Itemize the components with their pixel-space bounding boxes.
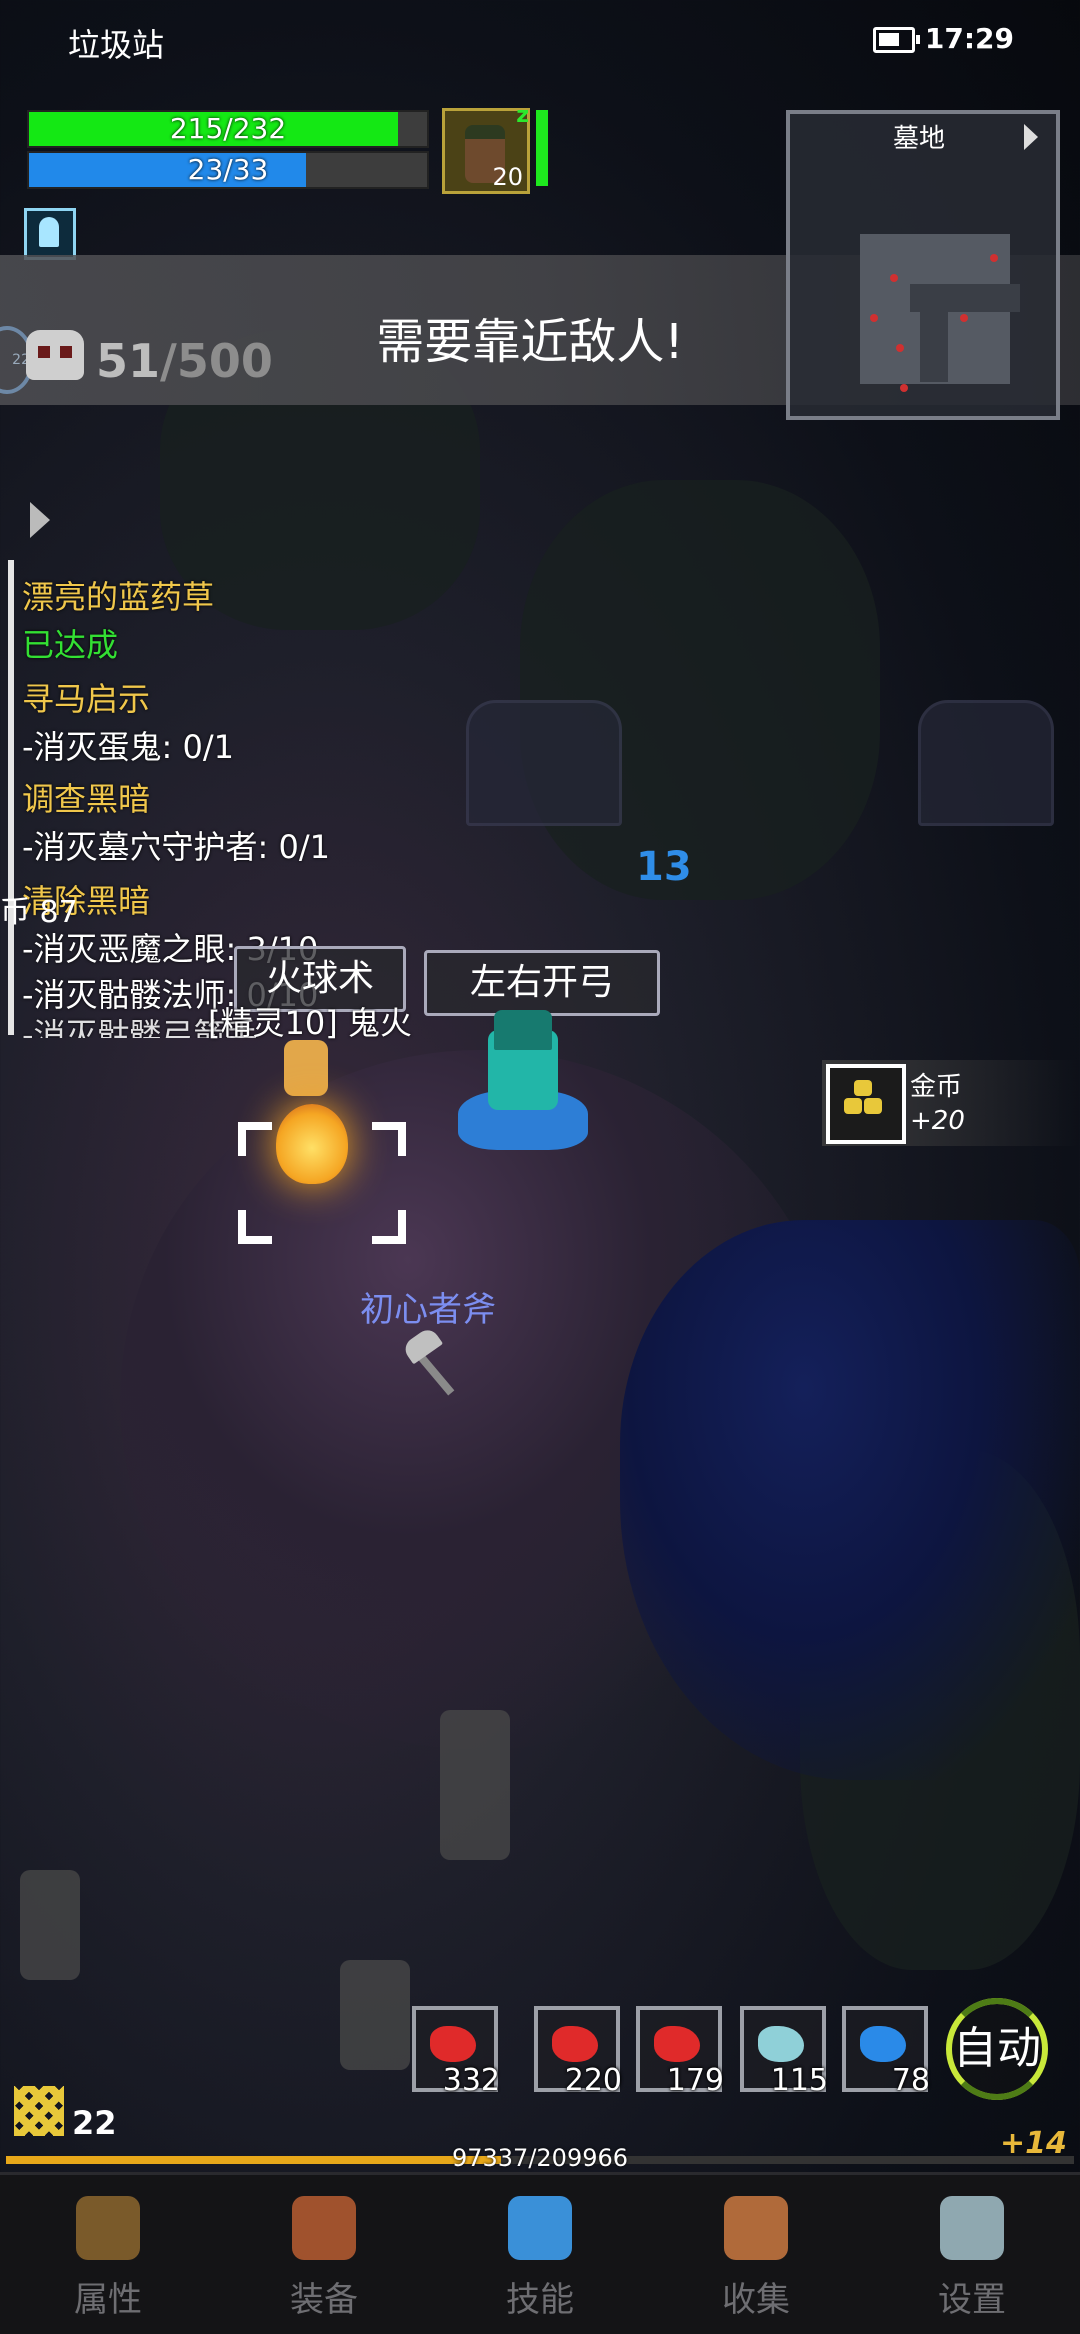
stamina-bar <box>536 110 548 186</box>
nav-attributes[interactable]: 属性 <box>0 2196 216 2321</box>
blue-fish-icon <box>860 2026 906 2062</box>
skeleton-enemy <box>20 1870 80 1980</box>
nav-label: 设置 <box>938 2280 1006 2320</box>
nav-equipment[interactable]: 装备 <box>216 2196 432 2321</box>
ground-item-label[interactable]: 初心者斧 <box>360 1282 496 1331</box>
minimap-title: 墓地 <box>892 124 945 154</box>
minimap-enemy-dot <box>900 384 908 392</box>
nav-settings[interactable]: 设置 <box>864 2196 1080 2321</box>
battery-icon <box>873 27 920 53</box>
minimap-enemy-dot <box>960 314 968 322</box>
gear-star-icon <box>508 2196 572 2260</box>
ghost-buff-icon[interactable] <box>24 208 76 260</box>
skeleton-enemy <box>440 1710 510 1860</box>
fish-icon <box>758 2026 804 2062</box>
quest-title[interactable]: 寻马启示 <box>22 674 150 720</box>
tree-silhouette <box>520 480 880 900</box>
xp-text: 97337/209966 <box>451 2144 629 2172</box>
potion-slot[interactable]: 115 <box>740 2006 828 2098</box>
book-icon <box>724 2196 788 2260</box>
minimap-enemy-dot <box>896 344 904 352</box>
potion-count: 179 <box>666 2063 724 2098</box>
axe-icon[interactable] <box>398 1325 468 1396</box>
target-corner <box>372 1210 406 1244</box>
target-corner <box>372 1122 406 1156</box>
pickup-amount: +20 <box>910 1106 965 1136</box>
status-bar-title: 垃圾站 <box>68 26 165 64</box>
minimap-room <box>910 284 1020 312</box>
skeleton-enemy <box>340 1960 410 2070</box>
status-bar-time: 17:29 <box>924 22 1014 55</box>
tombstone <box>466 700 622 826</box>
quest-title[interactable]: 漂亮的蓝药草 <box>22 572 214 618</box>
potion-slot[interactable]: 220 <box>534 2006 622 2098</box>
nav-skills[interactable]: 技能 <box>432 2196 648 2321</box>
enemy-helm <box>494 1010 552 1050</box>
enemy-knight[interactable] <box>458 1010 588 1160</box>
water-pool <box>620 1220 1080 1780</box>
hp-text: 215/232 <box>169 112 287 145</box>
minimap-expand-icon[interactable] <box>1024 124 1038 150</box>
meat-icon <box>552 2026 598 2062</box>
player-portrait[interactable]: z 20 <box>442 103 530 194</box>
level-icon <box>14 2086 64 2136</box>
meat-icon <box>654 2026 700 2062</box>
potion-slot[interactable]: 332 <box>412 2006 500 2098</box>
quest-title[interactable]: 调查黑暗 <box>22 774 150 820</box>
helmet-icon <box>76 2196 140 2260</box>
potion-count: 332 <box>442 2063 500 2098</box>
quest-objective: -消灭蛋鬼: 0/1 <box>22 728 235 766</box>
meat-icon <box>430 2026 476 2062</box>
potion-count: 220 <box>564 2063 622 2098</box>
nav-label: 技能 <box>506 2280 574 2320</box>
quest-status: 已达成 <box>22 626 119 664</box>
quest-toggle-icon[interactable] <box>30 502 50 538</box>
will-o-wisp-pet[interactable] <box>276 1104 348 1184</box>
potion-count: 78 <box>891 2063 930 2098</box>
mp-bar: 23/33 <box>27 151 429 189</box>
tombstone <box>918 700 1054 826</box>
potion-slot[interactable]: 179 <box>636 2006 724 2098</box>
skill-double-shot-button[interactable]: 左右开弓 <box>424 950 660 1016</box>
mp-text: 23/33 <box>187 153 269 186</box>
minimap-enemy-dot <box>890 274 898 282</box>
level-number: 22 <box>72 2104 117 2142</box>
player-character[interactable] <box>284 1040 328 1096</box>
nav-label: 收集 <box>722 2280 790 2320</box>
minimap-enemy-dot <box>990 254 998 262</box>
pickup-name: 金币 <box>910 1072 963 1102</box>
target-corner <box>238 1210 272 1244</box>
target-corner <box>238 1122 272 1156</box>
potion-count: 115 <box>770 2063 828 2098</box>
sleep-icon: z <box>516 103 529 128</box>
potion-slot[interactable]: 78 <box>842 2006 930 2098</box>
auto-button[interactable]: 自动 <box>946 1998 1048 2100</box>
bag-icon <box>292 2196 356 2260</box>
damage-number: 13 <box>636 844 692 890</box>
hp-bar: 215/232 <box>27 110 429 148</box>
nav-label: 装备 <box>290 2280 358 2320</box>
quest-objective: -消灭墓穴守护者: 0/1 <box>22 828 331 866</box>
gold-coin-icon <box>826 1064 906 1144</box>
settings-icon <box>940 2196 1004 2260</box>
minimap-room <box>920 312 948 382</box>
quest-divider <box>8 560 14 1035</box>
nav-label: 属性 <box>74 2280 142 2320</box>
minimap-enemy-dot <box>870 314 878 322</box>
player-level: 20 <box>492 163 523 191</box>
minimap[interactable] <box>786 110 1060 420</box>
nav-collection[interactable]: 收集 <box>648 2196 864 2321</box>
side-gold-label: 币 87 <box>0 895 78 930</box>
pet-name-label: [精灵10] 鬼火 <box>208 1004 412 1042</box>
